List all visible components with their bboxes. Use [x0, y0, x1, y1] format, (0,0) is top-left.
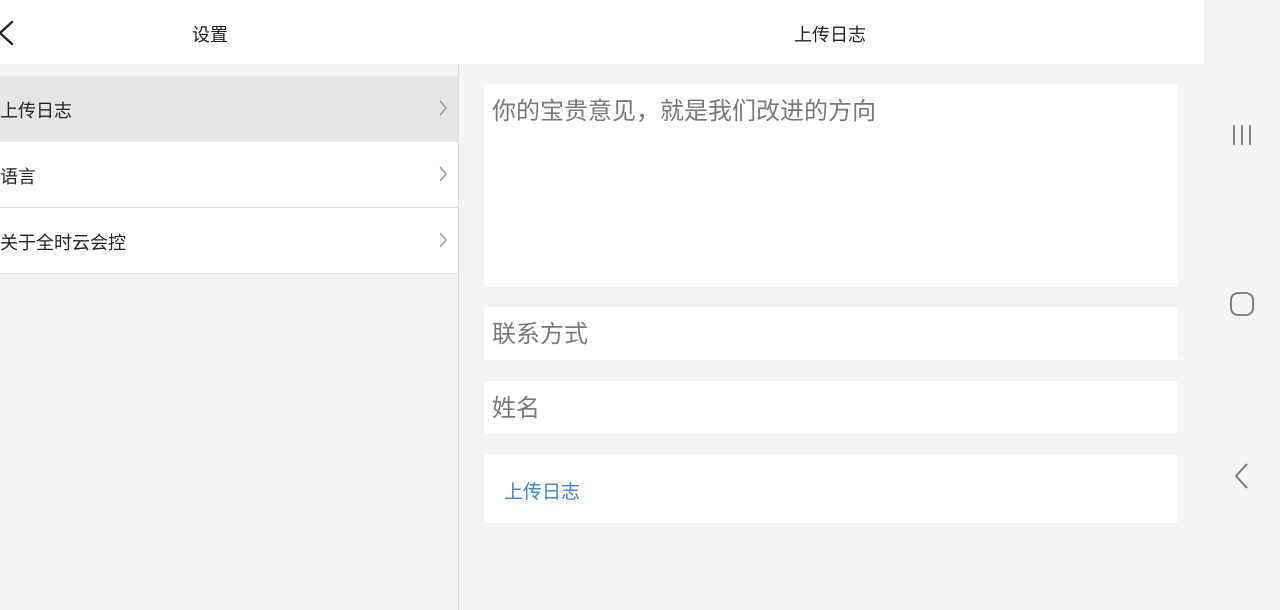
sidebar-item-language[interactable]: 语言	[0, 142, 458, 208]
settings-sidebar: 上传日志 语言 关于全时云会控	[0, 64, 459, 610]
feedback-textarea[interactable]	[484, 84, 1178, 287]
back-button[interactable]	[0, 20, 18, 46]
chevron-left-icon	[0, 20, 14, 46]
sidebar-item-label: 语言	[0, 167, 36, 188]
page-title: 上传日志	[794, 25, 866, 46]
settings-title: 设置	[192, 25, 228, 46]
sidebar-item-upload-log[interactable]: 上传日志	[0, 76, 458, 142]
home-icon	[1230, 292, 1254, 316]
chevron-right-icon	[439, 100, 447, 116]
system-back-button[interactable]	[1224, 458, 1260, 494]
name-input[interactable]	[484, 381, 1178, 434]
sidebar-item-label: 上传日志	[0, 101, 72, 122]
upload-log-button-label: 上传日志	[504, 481, 581, 503]
top-header: 设置 上传日志	[0, 0, 1204, 64]
home-button[interactable]	[1224, 287, 1260, 323]
chevron-right-icon	[439, 232, 447, 248]
sidebar-item-about[interactable]: 关于全时云会控	[0, 208, 458, 274]
system-nav-bar	[1204, 0, 1280, 610]
settings-app: 设置 上传日志 上传日志 语言 关于全时云会控 上传日志	[0, 0, 1204, 610]
recent-apps-button[interactable]	[1224, 117, 1260, 153]
contact-input[interactable]	[484, 307, 1178, 360]
upload-log-button[interactable]: 上传日志	[484, 454, 1178, 523]
back-icon	[1235, 463, 1248, 489]
recent-apps-icon	[1233, 125, 1251, 145]
chevron-right-icon	[439, 166, 447, 182]
sidebar-item-label: 关于全时云会控	[0, 233, 126, 254]
upload-log-panel: 上传日志	[460, 64, 1204, 610]
